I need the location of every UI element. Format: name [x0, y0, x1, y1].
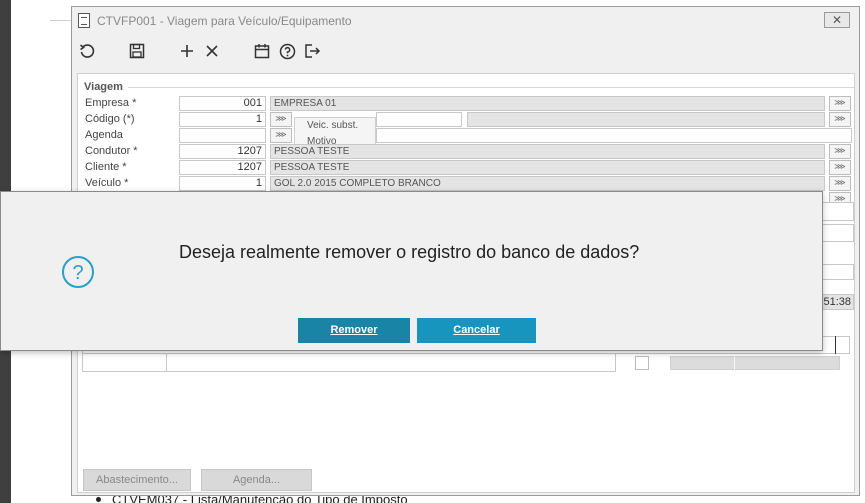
empresa-lookup-button[interactable]: ⋙ [829, 96, 851, 111]
calendar-icon[interactable] [250, 39, 274, 63]
field-label-veiculo: Veículo * [85, 177, 129, 189]
add-icon[interactable] [175, 39, 199, 63]
group-divider [128, 87, 854, 88]
veiculo-code-input[interactable]: 1 [179, 176, 266, 191]
field-label-codigo: Código (*) [85, 113, 135, 125]
cliente-code-input[interactable]: 1207 [179, 160, 266, 175]
group-title: Viagem [84, 81, 125, 93]
window-title: CTVFP001 - Viagem para Veículo/Equipamen… [97, 14, 352, 28]
remover-button[interactable]: Remover [298, 318, 410, 343]
save-icon[interactable] [125, 39, 149, 63]
time-field: 51:38 [818, 294, 854, 310]
close-button[interactable]: ✕ [824, 12, 850, 28]
help-icon[interactable] [275, 39, 299, 63]
veiculo-description: GOL 2.0 2015 COMPLETO BRANCO [270, 176, 825, 191]
obscured-input-3[interactable] [818, 264, 854, 280]
codigo-input[interactable]: 1 [179, 112, 266, 127]
exit-icon[interactable] [300, 39, 324, 63]
delete-icon[interactable] [200, 39, 224, 63]
grid-checkbox[interactable] [635, 356, 649, 370]
grid-row[interactable] [82, 354, 616, 372]
popup-item-veic-subst[interactable]: Veic. subst. [307, 120, 358, 131]
empresa-code-input[interactable]: 001 [179, 96, 266, 111]
document-icon [78, 13, 90, 28]
agenda-button[interactable]: Agenda... [201, 469, 312, 491]
veiculo-lookup-button[interactable]: ⋙ [829, 176, 851, 191]
obscured-input-1[interactable] [818, 202, 854, 221]
obscured-input-2[interactable] [818, 224, 854, 242]
confirm-dialog: ? Deseja realmente remover o registro do… [0, 191, 823, 351]
codigo-lookup-button[interactable]: ⋙ [270, 112, 292, 127]
grid-cell-readonly [670, 356, 840, 370]
refresh-icon[interactable] [75, 39, 99, 63]
title-bar: CTVFP001 - Viagem para Veículo/Equipamen… [72, 7, 859, 35]
condutor-description: PESSOA TESTE [270, 144, 825, 159]
question-icon: ? [62, 256, 94, 288]
abastecimento-button[interactable]: Abastecimento... [83, 469, 191, 491]
agenda-lookup-button[interactable]: ⋙ [270, 128, 292, 143]
field-label-cliente: Cliente * [85, 161, 127, 173]
veic-subst-description [467, 112, 825, 127]
cliente-lookup-button[interactable]: ⋙ [829, 160, 851, 175]
toolbar [72, 35, 859, 67]
dialog-message: Deseja realmente remover o registro do b… [179, 242, 640, 262]
grid-cell-divider [166, 354, 167, 372]
empresa-description: EMPRESA 01 [270, 96, 825, 111]
field-label-empresa: Empresa * [85, 97, 137, 109]
cancelar-button[interactable]: Cancelar [417, 318, 536, 343]
grid-column-divider [835, 336, 836, 354]
field-label-condutor: Condutor * [85, 145, 138, 157]
background-divider [50, 20, 72, 21]
grid-cell-divider-2 [734, 356, 735, 370]
agenda-input[interactable] [179, 128, 266, 143]
condutor-lookup-button[interactable]: ⋙ [829, 144, 851, 159]
condutor-code-input[interactable]: 1207 [179, 144, 266, 159]
cliente-description: PESSOA TESTE [270, 160, 825, 175]
veic-subst-input[interactable] [376, 112, 462, 127]
motivo-input[interactable] [376, 128, 852, 143]
field-label-agenda: Agenda [85, 129, 123, 141]
veic-subst-lookup-button[interactable]: ⋙ [829, 112, 851, 127]
